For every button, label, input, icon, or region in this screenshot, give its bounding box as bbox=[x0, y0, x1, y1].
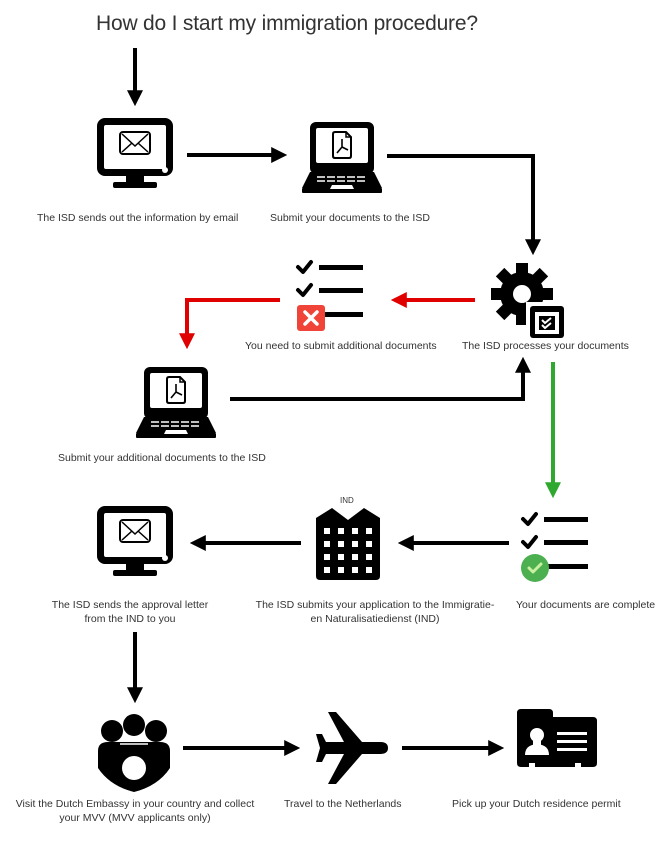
step-label-additional-needed: You need to submit additional documents bbox=[245, 340, 437, 352]
building-window bbox=[338, 567, 344, 573]
gear-checklist-icon bbox=[491, 263, 566, 338]
building-window bbox=[324, 567, 330, 573]
building-window bbox=[352, 541, 358, 547]
flow-diagram bbox=[96, 48, 597, 792]
building-window bbox=[352, 567, 358, 573]
arrow-submit-to-process bbox=[387, 154, 541, 256]
ind-badge-label: IND bbox=[340, 496, 354, 505]
step-label-submit-to-ind: The ISD submits your application to the … bbox=[250, 598, 500, 626]
building-window bbox=[366, 554, 372, 560]
id-card-icon bbox=[517, 709, 597, 767]
label-line: Visit the Dutch Embassy in your country … bbox=[15, 798, 255, 810]
group-people-icon bbox=[98, 714, 170, 792]
building-window bbox=[366, 528, 372, 534]
monitor-email-icon bbox=[96, 117, 174, 189]
building-icon bbox=[316, 508, 380, 580]
arrow-resubmit-to-process bbox=[230, 356, 531, 401]
building-window bbox=[324, 541, 330, 547]
building-window bbox=[324, 528, 330, 534]
airplane-icon bbox=[316, 712, 388, 784]
building-window bbox=[366, 567, 372, 573]
building-window bbox=[338, 541, 344, 547]
laptop-pdf-icon bbox=[135, 366, 217, 439]
step-label-visit-embassy: Visit the Dutch Embassy in your country … bbox=[10, 797, 260, 825]
label-line: en Naturalisatiedienst (IND) bbox=[310, 613, 440, 625]
step-label-pickup-permit: Pick up your Dutch residence permit bbox=[452, 798, 621, 810]
label-line: your MVV (MVV applicants only) bbox=[59, 812, 211, 824]
label-line: The ISD sends the approval letter bbox=[51, 599, 209, 611]
label-line: The ISD submits your application to the … bbox=[255, 599, 495, 611]
step-label-submit-docs: Submit your documents to the ISD bbox=[270, 212, 430, 224]
laptop-pdf-icon bbox=[301, 121, 383, 194]
building-window bbox=[366, 541, 372, 547]
monitor-email-icon bbox=[96, 505, 174, 577]
step-label-email-info: The ISD sends out the information by ema… bbox=[37, 212, 239, 224]
step-label-approval-letter: The ISD sends the approval letter from t… bbox=[40, 598, 220, 626]
step-label-submit-additional: Submit your additional documents to the … bbox=[58, 452, 266, 464]
building-window bbox=[352, 554, 358, 560]
step-label-isd-processes: The ISD processes your documents bbox=[462, 340, 629, 352]
building-window bbox=[324, 554, 330, 560]
arrow-additional-to-resubmit bbox=[179, 298, 280, 350]
checklist-approved-icon bbox=[521, 512, 590, 582]
building-window bbox=[338, 528, 344, 534]
building-window bbox=[352, 528, 358, 534]
building-window bbox=[338, 554, 344, 560]
label-line: from the IND to you bbox=[84, 613, 176, 625]
step-label-travel: Travel to the Netherlands bbox=[284, 798, 402, 810]
checklist-rejected-icon bbox=[296, 260, 365, 331]
step-label-docs-complete: Your documents are complete bbox=[516, 599, 656, 611]
